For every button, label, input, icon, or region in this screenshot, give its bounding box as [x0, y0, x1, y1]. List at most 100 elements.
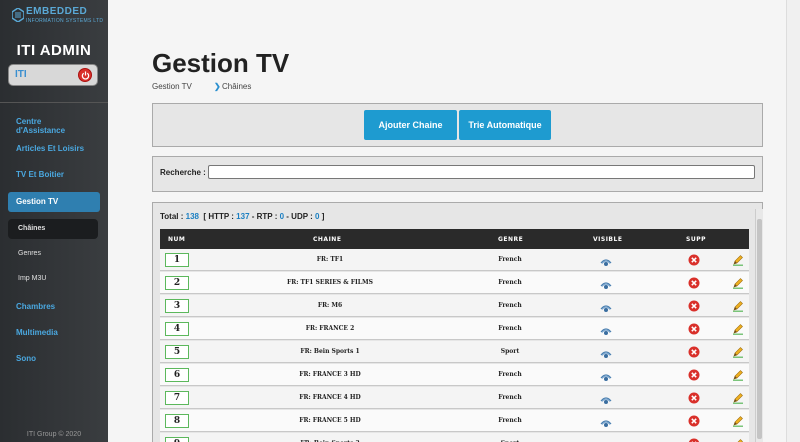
delete-icon[interactable]	[688, 391, 700, 409]
breadcrumb-current: Châines	[222, 82, 252, 91]
nav-item-tv-boitier[interactable]: TV Et Boitier	[8, 165, 100, 185]
nav-item-centre-assistance[interactable]: Centre d'Assistance	[8, 112, 100, 135]
channel-number[interactable]: 1	[165, 253, 189, 267]
channel-number[interactable]: 3	[165, 299, 189, 313]
delete-icon[interactable]	[688, 437, 700, 442]
delete-icon[interactable]	[688, 322, 700, 340]
table-row: 3 FR: M6 French	[160, 295, 749, 317]
visible-eye-icon[interactable]	[600, 369, 612, 387]
channel-genre: French	[498, 371, 522, 378]
visible-eye-icon[interactable]	[600, 300, 612, 318]
visible-eye-icon[interactable]	[600, 323, 612, 341]
nav-item-gestion-tv[interactable]: Gestion TV	[8, 192, 100, 212]
edit-pencil-icon[interactable]	[732, 437, 744, 442]
table-scroll-thumb[interactable]	[757, 219, 762, 439]
delete-icon[interactable]	[688, 368, 700, 386]
col-visible: VISIBLE	[593, 236, 623, 243]
logo-main-text: EMBEDDED	[26, 6, 88, 17]
http-count: 137	[236, 212, 250, 221]
nav-item-multimedia[interactable]: Multimedia	[8, 323, 100, 343]
http-prefix: [ HTTP :	[198, 212, 237, 221]
totals-summary: Total : 138 [ HTTP : 137 - RTP : 0 - UDP…	[160, 212, 324, 221]
table-row: 1 FR: TF1 French	[160, 249, 749, 271]
channel-genre: French	[498, 279, 522, 286]
page-title: Gestion TV	[152, 48, 290, 78]
table-row: 6 FR: FRANCE 3 HD French	[160, 364, 749, 386]
channel-name: FR: FRANCE 3 HD	[299, 371, 361, 378]
nav-item-articles-loisirs[interactable]: Articles Et Loisirs	[8, 139, 100, 159]
edit-pencil-icon[interactable]	[732, 253, 744, 271]
logout-button[interactable]	[78, 68, 92, 82]
channel-name: FR: TF1	[316, 256, 344, 263]
company-logo: EMBEDDED INFORMATION SYSTEMS LTD	[8, 6, 104, 28]
visible-eye-icon[interactable]	[600, 438, 612, 442]
app-title: ITI ADMIN	[16, 42, 92, 59]
logo-mark-icon	[12, 8, 24, 22]
user-bar: ITI	[8, 64, 98, 86]
user-name: ITI	[15, 69, 27, 80]
channel-genre: French	[498, 302, 522, 309]
col-supp: SUPP	[686, 236, 706, 243]
breadcrumb-chevron-icon: ❯	[214, 82, 221, 91]
sidebar: EMBEDDED INFORMATION SYSTEMS LTD ITI ADM…	[0, 0, 108, 442]
sub-item-chaines[interactable]: Châines	[8, 219, 98, 239]
footer-copyright: ITI Group © 2020	[26, 431, 82, 438]
logo-sub-text: INFORMATION SYSTEMS LTD	[26, 18, 104, 24]
edit-pencil-icon[interactable]	[732, 345, 744, 363]
channel-genre: French	[498, 256, 522, 263]
power-icon	[81, 71, 90, 80]
channel-genre: French	[498, 325, 522, 332]
col-genre: GENRE	[498, 236, 524, 243]
total-prefix: Total :	[160, 212, 186, 221]
visible-eye-icon[interactable]	[600, 254, 612, 272]
channel-number[interactable]: 9	[165, 437, 189, 442]
add-channel-button[interactable]: Ajouter Chaine	[364, 110, 457, 140]
delete-icon[interactable]	[688, 414, 700, 432]
channel-number[interactable]: 5	[165, 345, 189, 359]
sub-item-imp-m3u[interactable]: Imp M3U	[8, 269, 98, 289]
page-scrollbar[interactable]	[786, 0, 800, 442]
channel-name: FR: TF1 SERIES & FILMS	[287, 279, 373, 286]
search-input[interactable]	[208, 165, 755, 179]
visible-eye-icon[interactable]	[600, 277, 612, 295]
delete-icon[interactable]	[688, 299, 700, 317]
udp-prefix: - UDP :	[284, 212, 316, 221]
edit-pencil-icon[interactable]	[732, 299, 744, 317]
table-row: 7 FR: FRANCE 4 HD French	[160, 387, 749, 409]
edit-pencil-icon[interactable]	[732, 414, 744, 432]
search-label: Recherche :	[160, 168, 206, 177]
col-chaine: CHAINE	[313, 236, 342, 243]
delete-icon[interactable]	[688, 276, 700, 294]
channel-name: FR: M6	[317, 302, 343, 309]
channel-number[interactable]: 8	[165, 414, 189, 428]
totals-suffix: ]	[319, 212, 325, 221]
edit-pencil-icon[interactable]	[732, 276, 744, 294]
table-row: 5 FR: Bein Sports 1 Sport	[160, 341, 749, 363]
total-count: 138	[185, 212, 199, 221]
delete-icon[interactable]	[688, 345, 700, 363]
nav-item-sono[interactable]: Sono	[8, 349, 100, 369]
edit-pencil-icon[interactable]	[732, 368, 744, 386]
channel-number[interactable]: 4	[165, 322, 189, 336]
channel-number[interactable]: 2	[165, 276, 189, 290]
visible-eye-icon[interactable]	[600, 415, 612, 433]
delete-icon[interactable]	[688, 253, 700, 271]
edit-pencil-icon[interactable]	[732, 322, 744, 340]
table-row: 4 FR: FRANCE 2 French	[160, 318, 749, 340]
sub-item-genres[interactable]: Genres	[8, 244, 98, 264]
breadcrumb-root[interactable]: Gestion TV	[152, 82, 192, 91]
visible-eye-icon[interactable]	[600, 392, 612, 410]
channel-genre: French	[498, 394, 522, 401]
channel-genre: French	[498, 417, 522, 424]
channel-number[interactable]: 7	[165, 391, 189, 405]
visible-eye-icon[interactable]	[600, 346, 612, 364]
channel-name: FR: Bein Sports 1	[300, 348, 360, 355]
auto-sort-button[interactable]: Trie Automatique	[459, 110, 551, 140]
table-scrollbar[interactable]	[755, 209, 763, 442]
channel-name: FR: FRANCE 4 HD	[299, 394, 361, 401]
nav-item-chambres[interactable]: Chambres	[8, 297, 100, 317]
channel-number[interactable]: 6	[165, 368, 189, 382]
edit-pencil-icon[interactable]	[732, 391, 744, 409]
table-header: NUM CHAINE GENRE VISIBLE SUPP	[160, 229, 749, 249]
table-row: 8 FR: FRANCE 5 HD French	[160, 410, 749, 432]
